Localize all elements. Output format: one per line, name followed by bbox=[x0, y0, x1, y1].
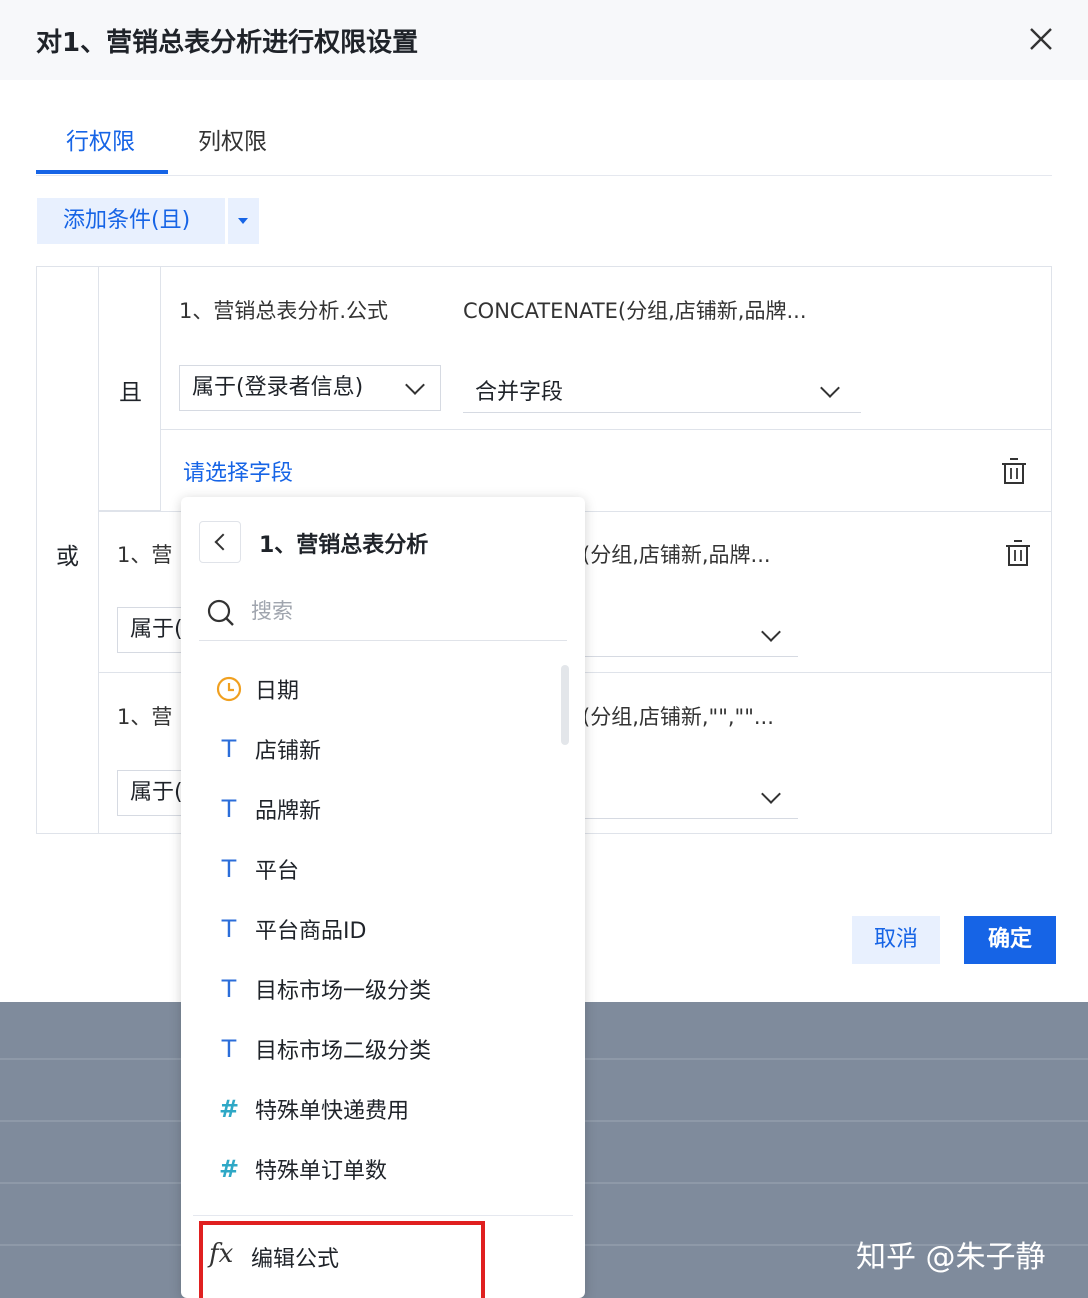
text-type-icon: T bbox=[221, 795, 237, 823]
confirm-button[interactable]: 确定 bbox=[964, 916, 1056, 964]
and-column: 且 bbox=[99, 267, 161, 511]
text-type-icon: T bbox=[221, 1035, 237, 1063]
number-type-icon: # bbox=[218, 1095, 240, 1123]
and-label: 且 bbox=[119, 380, 142, 406]
rule1-operator-select[interactable]: 属于(登录者信息) bbox=[179, 365, 441, 411]
or-label: 或 bbox=[56, 544, 79, 570]
rule1-target-select[interactable]: 合并字段 bbox=[463, 371, 861, 413]
dialog-title: 对1、营销总表分析进行权限设置 bbox=[36, 28, 419, 58]
rule2-field: 1、营 bbox=[117, 543, 173, 567]
rule1-field: 1、营销总表分析.公式 bbox=[179, 299, 389, 323]
field-label: 店铺新 bbox=[255, 739, 322, 764]
field-picker-popup: 1、营销总表分析 搜索 日期 T 店铺新 T 品牌新 T 平台 T 平台商品ID… bbox=[181, 497, 585, 1298]
text-type-icon: T bbox=[221, 735, 237, 763]
field-label: 特殊单订单数 bbox=[255, 1159, 388, 1184]
divider bbox=[161, 429, 1051, 430]
select-field-link[interactable]: 请选择字段 bbox=[183, 455, 293, 487]
cancel-button[interactable]: 取消 bbox=[852, 916, 940, 964]
rule1-value: CONCATENATE(分组,店铺新,品牌... bbox=[463, 299, 807, 323]
field-item[interactable]: T 平台商品ID bbox=[181, 899, 561, 959]
formula-icon: fx bbox=[209, 1239, 234, 1269]
clock-icon bbox=[216, 676, 242, 702]
trash-icon[interactable] bbox=[1001, 457, 1027, 485]
chevron-down-icon bbox=[820, 378, 840, 398]
chevron-down-icon bbox=[761, 784, 781, 804]
text-type-icon: T bbox=[221, 915, 237, 943]
active-tab-indicator bbox=[36, 170, 168, 174]
rule3-field: 1、营 bbox=[117, 705, 173, 729]
permission-tabs: 行权限 列权限 bbox=[36, 108, 1052, 176]
tab-column-permission[interactable]: 列权限 bbox=[198, 122, 267, 156]
dialog-header: 对1、营销总表分析进行权限设置 bbox=[0, 0, 1088, 80]
rule3-target-select[interactable] bbox=[582, 777, 798, 819]
search-input[interactable]: 搜索 bbox=[199, 587, 567, 641]
rule2-operator-label: 属于( bbox=[130, 617, 183, 642]
popup-title: 1、营销总表分析 bbox=[259, 533, 429, 558]
search-placeholder: 搜索 bbox=[251, 599, 293, 623]
field-item[interactable]: # 特殊单订单数 bbox=[181, 1139, 561, 1199]
field-label: 平台商品ID bbox=[255, 919, 367, 944]
field-item[interactable]: T 平台 bbox=[181, 839, 561, 899]
divider bbox=[193, 1215, 573, 1216]
field-label: 日期 bbox=[255, 679, 300, 704]
chevron-down-icon bbox=[405, 375, 425, 395]
close-icon[interactable] bbox=[1024, 22, 1058, 56]
field-item[interactable]: T 目标市场一级分类 bbox=[181, 959, 561, 1019]
number-type-icon: # bbox=[218, 1155, 240, 1183]
text-type-icon: T bbox=[221, 975, 237, 1003]
trash-icon[interactable] bbox=[1005, 539, 1031, 567]
rule3-operator-label: 属于( bbox=[130, 780, 183, 805]
add-condition-dropdown-button[interactable] bbox=[228, 198, 259, 244]
field-label: 品牌新 bbox=[255, 799, 322, 824]
field-item[interactable]: T 品牌新 bbox=[181, 779, 561, 839]
field-item[interactable]: T 店铺新 bbox=[181, 719, 561, 779]
field-label: 平台 bbox=[255, 859, 300, 884]
add-condition-button[interactable]: 添加条件(且) bbox=[37, 198, 225, 244]
text-type-icon: T bbox=[221, 855, 237, 883]
rule3-value: (分组,店铺新,"",""... bbox=[582, 705, 774, 729]
or-column: 或 bbox=[37, 267, 99, 833]
edit-formula-button[interactable]: fx 编辑公式 bbox=[199, 1221, 485, 1298]
field-label: 目标市场二级分类 bbox=[255, 1039, 432, 1064]
rule1-target-label: 合并字段 bbox=[475, 380, 564, 405]
field-item[interactable]: # 特殊单快递费用 bbox=[181, 1079, 561, 1139]
rule2-target-select[interactable] bbox=[582, 615, 798, 657]
field-item-date[interactable]: 日期 bbox=[181, 659, 561, 719]
chevron-down-icon bbox=[761, 622, 781, 642]
rule1-operator-label: 属于(登录者信息) bbox=[192, 375, 364, 400]
field-label: 特殊单快递费用 bbox=[255, 1099, 410, 1124]
search-icon bbox=[207, 599, 234, 626]
rule2-value: (分组,店铺新,品牌... bbox=[582, 543, 771, 567]
field-label: 目标市场一级分类 bbox=[255, 979, 432, 1004]
tab-row-permission[interactable]: 行权限 bbox=[66, 122, 135, 156]
watermark: 知乎 @朱子静 bbox=[856, 1240, 1046, 1275]
edit-formula-label: 编辑公式 bbox=[251, 1247, 340, 1272]
field-item[interactable]: T 目标市场二级分类 bbox=[181, 1019, 561, 1079]
scrollbar[interactable] bbox=[561, 665, 569, 745]
back-button[interactable] bbox=[199, 521, 241, 563]
